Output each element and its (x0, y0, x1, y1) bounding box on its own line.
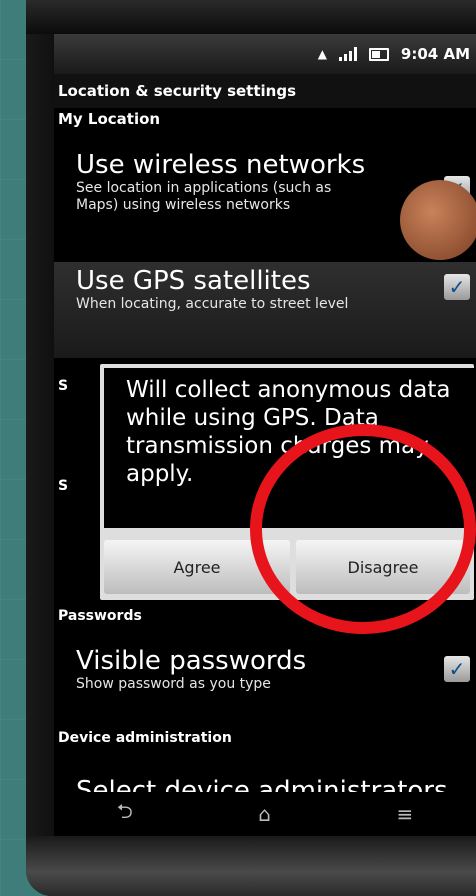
pref-visible-passwords[interactable]: Visible passwords Show password as you t… (76, 646, 476, 693)
phone-frame: ▲ 9:04 AM Location & security settings M… (26, 0, 476, 896)
section-passwords: Passwords (58, 608, 142, 624)
signal-icon (338, 47, 357, 61)
pref-title: Use wireless networks (76, 150, 366, 180)
home-icon[interactable]: ⌂ (258, 802, 271, 826)
partial-section-letter: S (58, 378, 69, 394)
pref-summary: Show password as you type (76, 676, 271, 692)
menu-icon[interactable]: ≡ (396, 802, 413, 826)
pref-use-gps-satellites[interactable]: Use GPS satellites When locating, accura… (76, 266, 476, 313)
disagree-button[interactable]: Disagree (296, 540, 470, 594)
gps-consent-dialog: Will collect anonymous data while using … (100, 364, 474, 600)
partial-section-letter: S (58, 478, 69, 494)
agree-button[interactable]: Agree (104, 540, 290, 594)
pref-title: Use GPS satellites (76, 266, 311, 296)
pref-title: Visible passwords (76, 646, 307, 676)
pref-summary: See location in applications (such as Ma… (76, 180, 332, 213)
visible-passwords-checkbox[interactable]: ✓ (444, 656, 470, 682)
phone-bottom-bezel (26, 836, 476, 896)
back-icon[interactable]: ⮌ (117, 797, 133, 831)
section-my-location: My Location (58, 110, 161, 128)
phone-top-bezel (26, 0, 476, 34)
gps-checkbox[interactable]: ✓ (444, 274, 470, 300)
battery-icon (368, 47, 389, 61)
alert-icon: ▲ (317, 47, 327, 61)
status-time: 9:04 AM (400, 45, 470, 63)
navigation-bar: ⮌ ⌂ ≡ (54, 792, 476, 836)
pref-summary: When locating, accurate to street level (76, 296, 349, 312)
section-device-administration: Device administration (58, 730, 232, 746)
dialog-message: Will collect anonymous data while using … (104, 368, 474, 528)
screen-title: Location & security settings (54, 74, 476, 108)
finger-photo-artifact (400, 180, 476, 260)
status-bar: ▲ 9:04 AM (54, 34, 476, 74)
phone-screen: ▲ 9:04 AM Location & security settings M… (54, 34, 476, 836)
